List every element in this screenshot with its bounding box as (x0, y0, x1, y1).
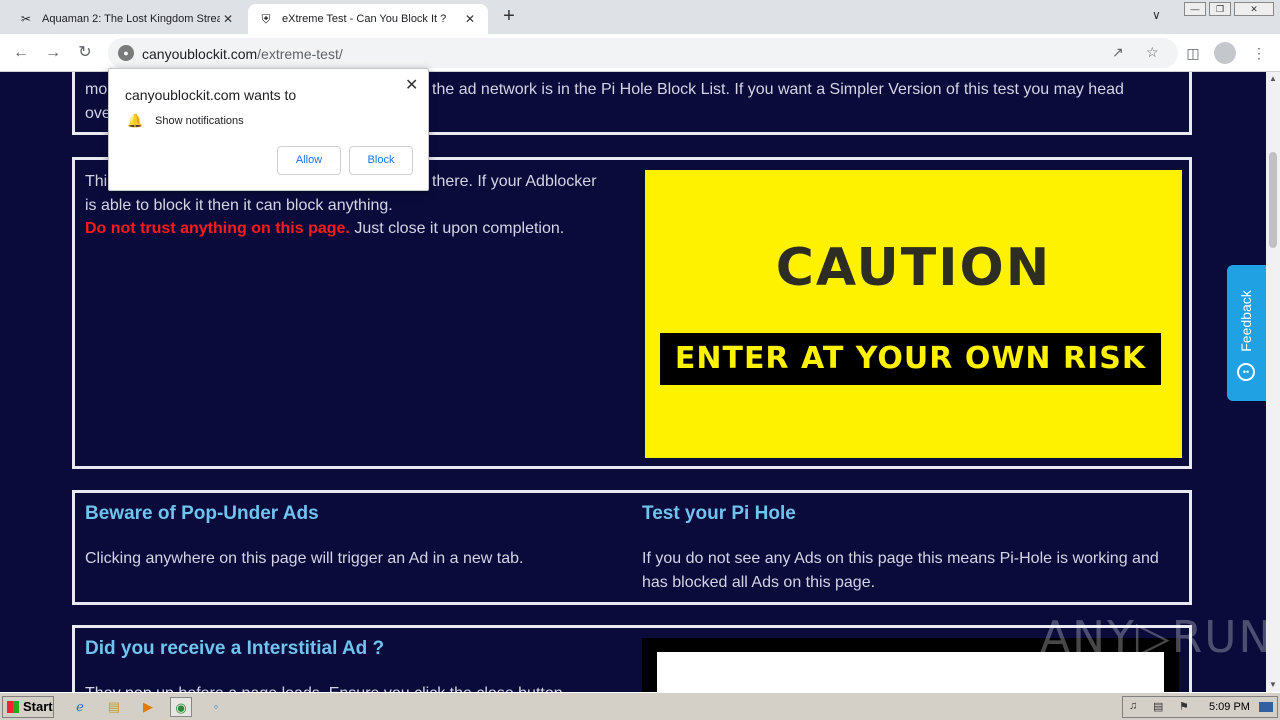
menu-kebab-icon[interactable]: ⋮ (1248, 42, 1270, 64)
url-host: canyoublockit.com (142, 46, 258, 62)
permission-text: Show notifications (155, 115, 244, 127)
close-tab-icon[interactable]: ✕ (220, 11, 236, 27)
caution-warning-line: Do not trust anything on this page. Just… (85, 217, 564, 241)
close-instruction-text: Just close it upon completion. (349, 220, 565, 237)
caution-box: Thi there. If your Adblocker is able to … (72, 157, 1192, 469)
intro-text-left: mo (85, 81, 108, 98)
pihole-text: If you do not see any Ads on this page t… (642, 550, 1159, 591)
tab-aquaman[interactable]: ✂ Aquaman 2: The Lost Kingdom Strea ✕ (8, 4, 246, 34)
block-button[interactable]: Block (349, 146, 413, 175)
shield-favicon-icon: ⛨ (261, 11, 271, 26)
system-tray: ♫ ▤ ⚑ 5:09 PM (1122, 696, 1278, 718)
chat-icon: •• (1237, 363, 1255, 381)
url-path: /extreme-test/ (257, 46, 343, 62)
share-icon[interactable]: ↗ (1112, 44, 1124, 61)
intro-text-right: the ad network is in the Pi Hole Block L… (432, 81, 1124, 98)
interstitial-box: Did you receive a Interstitial Ad ? They… (72, 625, 1192, 692)
banner-risk-text: ENTER AT YOUR OWN RISK (674, 341, 1147, 376)
show-desktop-icon[interactable] (1259, 702, 1273, 712)
scroll-down-icon[interactable]: ▼ (1266, 678, 1280, 692)
tab-title: Aquaman 2: The Lost Kingdom Strea (42, 13, 220, 25)
address-bar[interactable]: ● canyoublockit.com/extreme-test/ ↗ ☆ (108, 38, 1178, 68)
side-panel-icon[interactable]: ◫ (1182, 42, 1204, 64)
tab-extreme-test[interactable]: ⛨ eXtreme Test - Can You Block It ? ✕ (248, 4, 488, 34)
interstitial-text: They pop up before a page loads. Ensure … (85, 682, 563, 692)
edge-icon[interactable]: ◦ (206, 697, 226, 717)
clock: 5:09 PM (1209, 701, 1250, 713)
popunder-text: Clicking anywhere on this page will trig… (85, 550, 524, 567)
page-scrollbar[interactable]: ▲ ▼ (1266, 72, 1280, 692)
minimize-button[interactable]: — (1184, 2, 1206, 16)
start-label: Start (23, 699, 53, 714)
close-icon[interactable]: ✕ (405, 75, 418, 95)
reload-icon[interactable]: ↻ (74, 42, 96, 64)
intro-text-left2: ove (85, 105, 111, 122)
banner-caution-text: CAUTION (775, 238, 1052, 298)
tab-search-chevron-icon[interactable]: ∨ (1152, 8, 1161, 22)
close-window-button[interactable]: ✕ (1234, 2, 1274, 16)
forward-arrow-icon[interactable]: → (42, 42, 64, 64)
scroll-up-icon[interactable]: ▲ (1266, 72, 1280, 86)
notification-permission-popup: canyoublockit.com wants to ✕ 🔔 Show noti… (108, 68, 429, 191)
media-player-icon[interactable]: ▶ (138, 697, 158, 717)
caution-banner-image[interactable]: CAUTION ENTER AT YOUR OWN RISK (645, 170, 1182, 458)
volume-icon[interactable]: ♫ (1129, 700, 1137, 712)
close-tab-icon[interactable]: ✕ (462, 11, 478, 27)
caution-text-line2: is able to block it then it can block an… (85, 197, 393, 214)
caution-text-end: there. If your Adblocker (432, 173, 597, 190)
restore-button[interactable]: ❐ (1209, 2, 1231, 16)
start-button[interactable]: Start (2, 696, 54, 718)
windows-logo-icon (7, 701, 19, 713)
popup-title: canyoublockit.com wants to (125, 87, 297, 103)
scroll-thumb[interactable] (1269, 152, 1277, 248)
url-text[interactable]: canyoublockit.com/extreme-test/ (142, 46, 343, 62)
pihole-heading: Test your Pi Hole (642, 503, 796, 524)
flag-icon[interactable]: ⚑ (1179, 700, 1189, 713)
popunder-heading: Beware of Pop-Under Ads (85, 503, 319, 524)
lock-icon[interactable]: ● (118, 45, 134, 61)
network-icon[interactable]: ▤ (1153, 700, 1163, 713)
banner-risk-bar: ENTER AT YOUR OWN RISK (660, 333, 1161, 385)
feedback-label: Feedback (1238, 290, 1254, 352)
windows-taskbar: Start ℯ ▤ ▶ ◉ ◦ ♫ ▤ ⚑ 5:09 PM (0, 692, 1280, 720)
back-arrow-icon[interactable]: ← (10, 42, 32, 64)
ie-icon[interactable]: ℯ (70, 697, 90, 717)
interstitial-heading: Did you receive a Interstitial Ad ? (85, 638, 385, 659)
bookmark-star-icon[interactable]: ☆ (1146, 44, 1159, 61)
allow-button[interactable]: Allow (277, 146, 341, 175)
feedback-button[interactable]: Feedback •• (1227, 265, 1266, 401)
warning-text: Do not trust anything on this page. (85, 220, 350, 237)
folder-icon[interactable]: ▤ (104, 697, 124, 717)
anyrun-watermark: ANY▷RUN (1040, 612, 1274, 663)
bell-icon: 🔔 (127, 113, 144, 128)
chrome-icon[interactable]: ◉ (170, 697, 192, 717)
new-tab-button[interactable]: + (498, 6, 520, 28)
info-box: Beware of Pop-Under Ads Clicking anywher… (72, 490, 1192, 605)
tab-strip: ✂ Aquaman 2: The Lost Kingdom Strea ✕ ⛨ … (0, 0, 1280, 34)
caution-text-start: Thi (85, 173, 108, 190)
tab-title: eXtreme Test - Can You Block It ? (282, 13, 447, 25)
browser-toolbar: ← → ↻ ● canyoublockit.com/extreme-test/ … (0, 34, 1280, 72)
aquaman-favicon-icon: ✂ (20, 12, 32, 26)
profile-avatar-icon[interactable] (1214, 42, 1236, 64)
